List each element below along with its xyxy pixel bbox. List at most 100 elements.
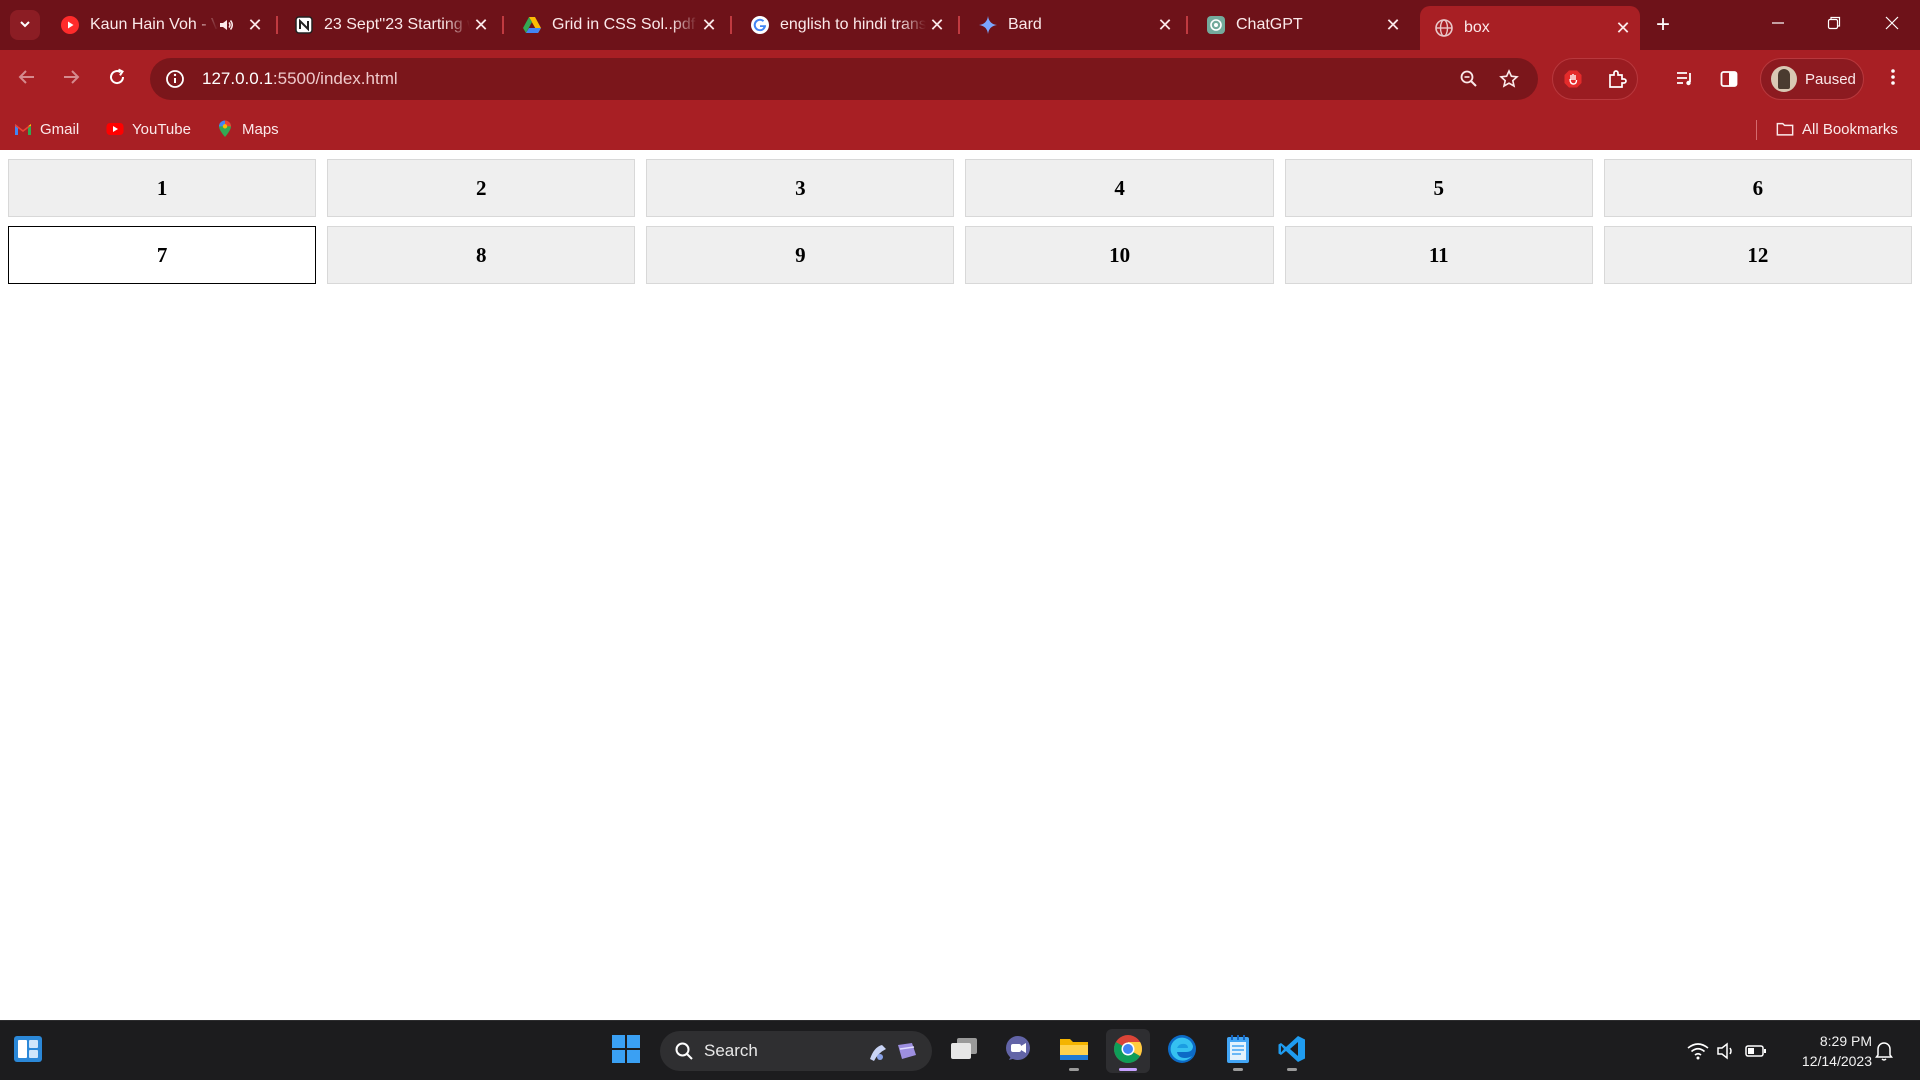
windows-start-icon — [611, 1034, 641, 1069]
close-icon — [1885, 16, 1899, 35]
side-panel-icon[interactable] — [1712, 62, 1746, 96]
bard-icon — [978, 15, 998, 35]
running-indicator — [1233, 1068, 1243, 1071]
kebab-menu-icon — [1883, 67, 1903, 92]
close-icon[interactable]: ✕ — [244, 14, 266, 36]
bookmark-maps[interactable]: Maps — [216, 116, 279, 142]
address-bar[interactable]: 127.0.0.1:5500/index.html — [150, 58, 1538, 100]
tab-bard[interactable]: Bard ✕ — [964, 8, 1182, 42]
restore-button[interactable] — [1806, 0, 1862, 50]
chrome-button[interactable] — [1106, 1029, 1150, 1073]
zoom-icon[interactable] — [1452, 62, 1486, 96]
close-icon[interactable]: ✕ — [1154, 14, 1176, 36]
running-indicator — [1069, 1068, 1079, 1071]
close-icon[interactable]: ✕ — [926, 14, 948, 36]
widgets-icon — [13, 1035, 43, 1068]
tab-search-button[interactable] — [10, 10, 40, 40]
minimize-button[interactable] — [1750, 0, 1806, 50]
puzzle-extensions-icon[interactable] — [1600, 62, 1634, 96]
url-path: :5500/index.html — [272, 69, 398, 88]
tab-title: 23 Sept''23 Starting with Web Developmen… — [324, 16, 470, 33]
google-icon — [750, 15, 770, 35]
profile-button[interactable]: Paused — [1760, 58, 1864, 100]
plus-icon: + — [1655, 11, 1670, 38]
bookmark-star-icon[interactable] — [1492, 62, 1526, 96]
chat-icon — [1003, 1034, 1033, 1069]
notification-bell-icon[interactable] — [1872, 1039, 1896, 1063]
taskbar-search[interactable]: Search — [660, 1031, 932, 1071]
gmail-icon — [14, 120, 32, 138]
tab-notion[interactable]: 23 Sept''23 Starting with Web Developmen… — [280, 8, 498, 42]
file-explorer-button[interactable] — [1052, 1029, 1096, 1073]
menu-button[interactable] — [1876, 62, 1910, 96]
grid-box-9: 9 — [646, 226, 955, 284]
vscode-button[interactable] — [1270, 1029, 1314, 1073]
bookmark-youtube[interactable]: YouTube — [106, 116, 191, 142]
clock-date: 12/14/2023 — [1801, 1053, 1872, 1069]
windows-taskbar: Search 8:29 PM 12/14/2023 — [0, 1020, 1920, 1080]
close-icon[interactable]: ✕ — [698, 14, 720, 36]
minimize-icon — [1771, 16, 1785, 35]
tab-separator — [1186, 16, 1188, 34]
notepad-button[interactable] — [1216, 1029, 1260, 1073]
grid-box-4: 4 — [965, 159, 1274, 217]
url-host: 127.0.0.1 — [202, 69, 273, 88]
tab-google-search[interactable]: english to hindi translation - Google Se… — [736, 8, 954, 42]
folder-icon — [1776, 120, 1794, 138]
youtube-icon — [106, 120, 124, 138]
close-icon[interactable]: ✕ — [1382, 14, 1404, 36]
chrome-icon — [1113, 1034, 1143, 1069]
search-label: Search — [704, 1041, 758, 1060]
tab-title: box — [1464, 19, 1490, 36]
tab-title: ChatGPT — [1236, 16, 1303, 33]
google-drive-icon — [522, 15, 542, 35]
start-button[interactable] — [604, 1029, 648, 1073]
clock[interactable]: 8:29 PM 12/14/2023 — [1782, 1031, 1872, 1071]
globe-icon — [1434, 18, 1454, 38]
tab-title: Bard — [1008, 16, 1042, 33]
battery-icon[interactable] — [1744, 1039, 1768, 1063]
reload-button[interactable] — [100, 62, 134, 96]
url-text: 127.0.0.1:5500/index.html — [202, 69, 398, 89]
profile-status: Paused — [1805, 70, 1856, 88]
task-view-button[interactable] — [942, 1029, 986, 1073]
browser-toolbar: 127.0.0.1:5500/index.html Paused — [0, 50, 1920, 108]
wifi-icon[interactable] — [1686, 1039, 1710, 1063]
tab-separator — [730, 16, 732, 34]
grid-box-7: 7 — [8, 226, 317, 284]
arrow-left-icon — [17, 67, 37, 92]
grid-box-12: 12 — [1603, 226, 1912, 284]
tab-title: Kaun Hain Voh - Video Song | Baahubali -… — [90, 16, 218, 33]
new-tab-button[interactable]: + — [1648, 10, 1678, 40]
close-icon[interactable]: ✕ — [470, 14, 492, 36]
grid-box-3: 3 — [646, 159, 955, 217]
info-icon[interactable] — [154, 58, 196, 100]
tab-chatgpt[interactable]: ChatGPT ✕ — [1192, 8, 1410, 42]
running-indicator — [1119, 1068, 1137, 1071]
forward-button[interactable] — [54, 62, 88, 96]
task-view-icon — [949, 1036, 979, 1067]
media-control-icon[interactable] — [1668, 62, 1702, 96]
tab-box[interactable]: box ✕ — [1420, 6, 1640, 50]
bookmark-label: YouTube — [132, 120, 191, 138]
youtube-icon — [60, 15, 80, 35]
tab-youtube[interactable]: Kaun Hain Voh - Video Song | Baahubali -… — [46, 8, 272, 42]
tab-google-drive[interactable]: Grid in CSS Sol..pdf - Google Drive ✕ — [508, 8, 726, 42]
tab-separator — [276, 16, 278, 34]
window-close-button[interactable] — [1864, 0, 1920, 50]
edge-button[interactable] — [1160, 1029, 1204, 1073]
clock-time: 8:29 PM — [1819, 1033, 1872, 1049]
adblock-extension-icon[interactable] — [1556, 62, 1590, 96]
all-bookmarks-label: All Bookmarks — [1802, 120, 1898, 138]
back-button[interactable] — [10, 62, 44, 96]
all-bookmarks-button[interactable]: All Bookmarks — [1776, 116, 1898, 142]
volume-icon[interactable] — [1714, 1039, 1738, 1063]
bookmark-gmail[interactable]: Gmail — [14, 116, 79, 142]
bookmarks-bar: Gmail YouTube Maps All Bookmarks — [0, 108, 1920, 150]
close-icon[interactable]: ✕ — [1612, 17, 1634, 39]
chatgpt-icon — [1206, 15, 1226, 35]
teams-chat-button[interactable] — [996, 1029, 1040, 1073]
widgets-button[interactable] — [6, 1029, 50, 1073]
speaker-icon[interactable] — [218, 17, 234, 33]
chevron-down-icon — [18, 17, 32, 34]
